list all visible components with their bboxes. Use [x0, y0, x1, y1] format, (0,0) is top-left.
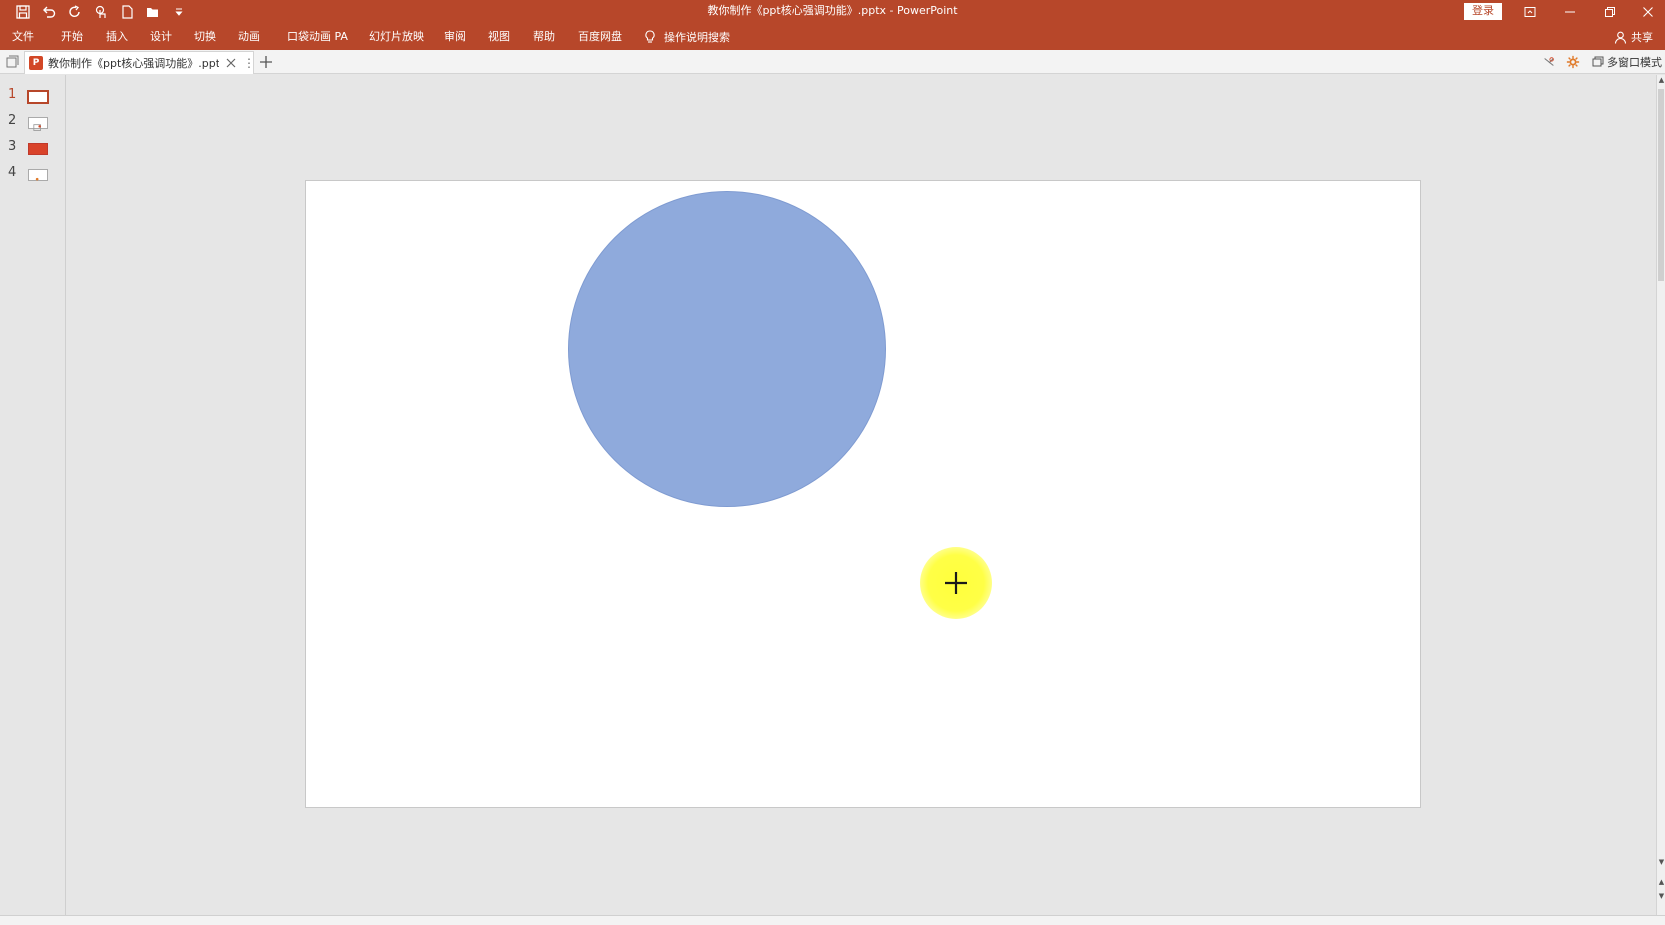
status-bar	[0, 915, 1665, 925]
close-window-icon[interactable]	[1628, 0, 1665, 24]
powerpoint-file-icon: P	[29, 56, 43, 70]
sync-icon[interactable]	[1542, 53, 1556, 71]
new-file-icon[interactable]	[116, 1, 138, 23]
tab-help[interactable]: 帮助	[533, 24, 555, 50]
slide-thumbnail[interactable]: 4	[0, 163, 66, 185]
tab-review[interactable]: 审阅	[444, 24, 466, 50]
windows-icon	[1592, 56, 1604, 67]
crosshair-cursor-icon	[945, 572, 967, 594]
redo-icon[interactable]	[64, 1, 86, 23]
slide-number: 2	[8, 113, 17, 128]
slide-preview[interactable]	[28, 143, 48, 155]
scrollbar-thumb[interactable]	[1658, 89, 1664, 281]
restore-icon[interactable]	[1590, 0, 1630, 24]
settings-gear-icon[interactable]	[1566, 53, 1580, 71]
undo-icon[interactable]	[38, 1, 60, 23]
slide-preview[interactable]	[27, 90, 49, 104]
slide-thumbnail[interactable]: 2	[0, 111, 66, 133]
share-button[interactable]: 共享	[1614, 24, 1653, 50]
slide-thumbnail[interactable]: 1	[0, 85, 66, 107]
save-icon[interactable]	[12, 1, 34, 23]
new-tab-icon[interactable]	[258, 54, 274, 70]
tab-transitions[interactable]: 切换	[194, 24, 216, 50]
tab-design[interactable]: 设计	[150, 24, 172, 50]
tab-view[interactable]: 视图	[488, 24, 510, 50]
ribbon-tabs: 文件 开始 插入 设计 切换 动画 口袋动画 PA 幻灯片放映 审阅 视图 帮助…	[0, 24, 1665, 50]
multi-window-mode-button[interactable]: 多窗口模式	[1592, 53, 1662, 71]
customize-qat-icon[interactable]	[168, 1, 190, 23]
tab-file[interactable]: 文件	[12, 24, 34, 50]
document-tab-bar: P 教你制作《ppt核心强调功能》.pptx ⋮ 多窗口模式	[0, 50, 1665, 74]
close-tab-icon[interactable]	[224, 56, 238, 70]
vertical-scrollbar[interactable]: ▲ ▼ ▲ ▼	[1656, 75, 1665, 915]
next-slide-icon[interactable]: ▼	[1657, 891, 1665, 901]
slide-canvas[interactable]	[305, 180, 1421, 808]
cursor-highlight	[920, 547, 992, 619]
tab-baidu-netdisk[interactable]: 百度网盘	[578, 24, 622, 50]
share-label: 共享	[1631, 31, 1653, 44]
powerpoint-window: 教你制作《ppt核心强调功能》.pptx - PowerPoint 登录 文件 …	[0, 0, 1665, 925]
open-folder-icon[interactable]	[142, 1, 164, 23]
tab-pocket-animation[interactable]: 口袋动画 PA	[287, 24, 348, 50]
multi-window-label: 多窗口模式	[1607, 56, 1662, 69]
title-bar: 教你制作《ppt核心强调功能》.pptx - PowerPoint 登录	[0, 0, 1665, 24]
scroll-down-arrow[interactable]: ▼	[1657, 857, 1665, 867]
touch-mode-icon[interactable]	[90, 1, 112, 23]
window-title: 教你制作《ppt核心强调功能》.pptx - PowerPoint	[707, 4, 958, 17]
slide-preview[interactable]	[28, 169, 48, 181]
tab-list-icon[interactable]	[4, 54, 20, 70]
tab-insert[interactable]: 插入	[106, 24, 128, 50]
quick-access-toolbar	[12, 0, 190, 24]
minimize-icon[interactable]	[1550, 0, 1590, 24]
document-tab-title: 教你制作《ppt核心强调功能》.pptx	[48, 57, 219, 70]
document-tab[interactable]: P 教你制作《ppt核心强调功能》.pptx ⋮	[24, 51, 255, 74]
tell-me-search[interactable]: 操作说明搜索	[644, 24, 730, 50]
slide-number: 4	[8, 165, 17, 180]
tab-home[interactable]: 开始	[61, 24, 83, 50]
scroll-up-arrow[interactable]: ▲	[1657, 75, 1665, 85]
ribbon-display-options-icon[interactable]	[1510, 0, 1550, 24]
tab-animations[interactable]: 动画	[238, 24, 260, 50]
slide-thumbnail-pane: 1 2 3 4	[0, 75, 66, 915]
slide-thumbnail[interactable]: 3	[0, 137, 66, 159]
slide-number: 3	[8, 139, 17, 154]
previous-slide-icon[interactable]: ▲	[1657, 877, 1665, 887]
tell-me-label: 操作说明搜索	[664, 31, 730, 44]
tab-slideshow[interactable]: 幻灯片放映	[369, 24, 424, 50]
lightbulb-icon	[645, 30, 655, 43]
slide-editing-area	[67, 75, 1656, 915]
slide-number: 1	[8, 87, 17, 102]
login-button[interactable]: 登录	[1464, 3, 1502, 20]
person-icon	[1614, 31, 1627, 44]
slide-preview[interactable]	[28, 117, 48, 131]
tab-more-icon[interactable]: ⋮	[243, 56, 255, 70]
circle-shape[interactable]	[568, 191, 886, 507]
